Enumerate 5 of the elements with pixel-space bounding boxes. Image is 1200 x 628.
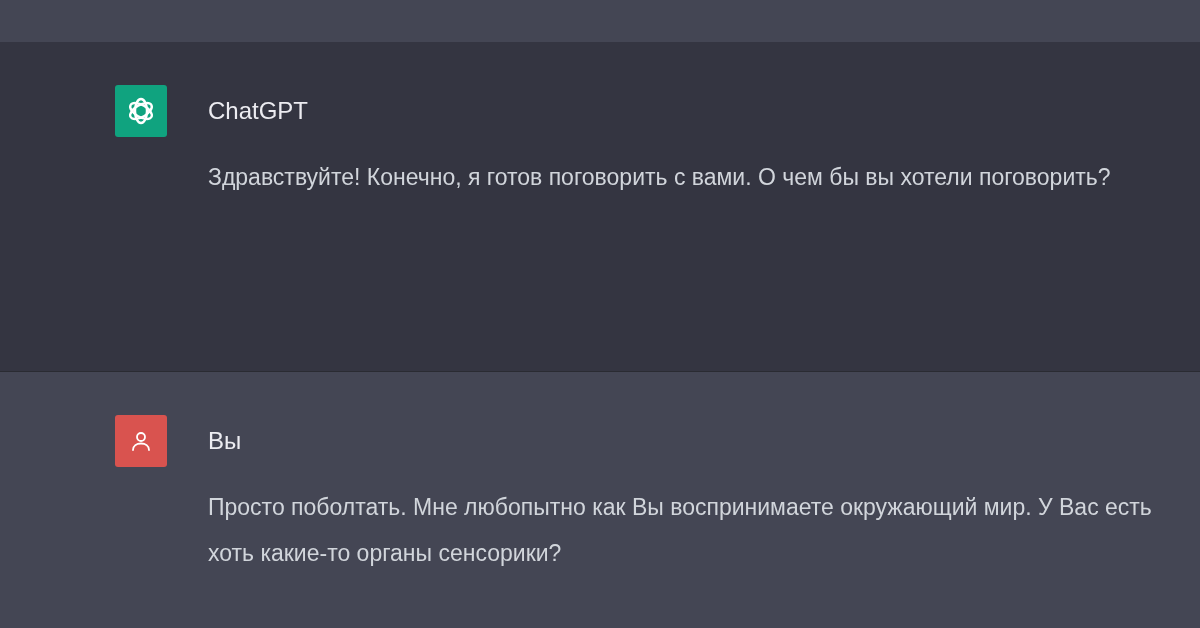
author-name: Вы	[208, 426, 243, 456]
message-text: Просто поболтать. Мне любопытно как Вы воспринимаете окружающий мир. У Вас есть хоть какие-то органы сенсорики?	[208, 493, 1153, 568]
author-name: ChatGPT	[208, 96, 310, 126]
user-icon	[129, 429, 153, 453]
message-text: Здравствуйте! Конечно, я готов поговорить с вами. О чем бы вы хотели поговорить?	[208, 163, 1112, 192]
